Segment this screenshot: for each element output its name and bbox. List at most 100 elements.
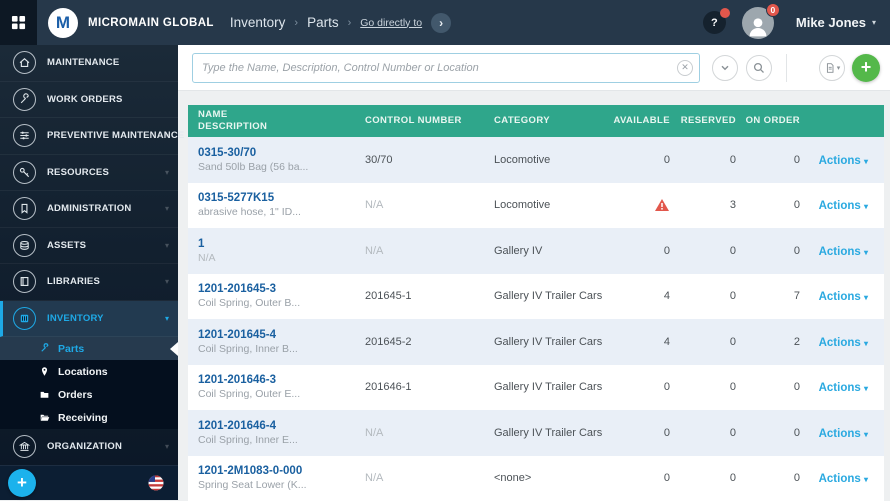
control-number: N/A	[355, 199, 484, 211]
go-directly-link[interactable]: Go directly to	[360, 17, 422, 29]
sidebar-item-label: LIBRARIES	[47, 276, 100, 287]
quick-add-button[interactable]: +	[8, 469, 36, 497]
breadcrumb-separator-icon: ›	[348, 17, 352, 29]
chevron-down-icon: ▾	[165, 277, 169, 286]
part-name-link[interactable]: 1	[198, 238, 355, 250]
table-row: 1201-2M1083-0-000 Spring Seat Lower (K..…	[188, 456, 884, 501]
help-button[interactable]: ?	[703, 11, 726, 34]
bank-icon	[13, 435, 36, 458]
report-export-button[interactable]: ▾	[819, 55, 845, 81]
sidebar-subitem-label: Parts	[58, 343, 84, 355]
on-order-count: 0	[736, 381, 800, 393]
breadcrumb: Inventory › Parts › Go directly to ›	[230, 13, 451, 33]
coins-icon	[13, 234, 36, 257]
actions-menu-button[interactable]: Actions ▾	[819, 382, 868, 394]
sidebar-item-organization[interactable]: ORGANIZATION ▾	[0, 429, 178, 466]
parts-table: NAMEDESCRIPTION CONTROL NUMBER CATEGORY …	[188, 105, 884, 501]
search-button[interactable]	[746, 55, 772, 81]
sidebar-item-inventory[interactable]: INVENTORY ▾	[0, 301, 178, 338]
part-description: Coil Spring, Outer E...	[198, 388, 355, 400]
wrench-icon	[13, 88, 36, 111]
part-name-link[interactable]: 1201-201645-3	[198, 283, 355, 295]
app-grid-button[interactable]	[0, 0, 37, 45]
chevron-down-icon: ▾	[165, 442, 169, 451]
sidebar-item-preventive-maintenance[interactable]: PREVENTIVE MAINTENANCE ▾	[0, 118, 178, 155]
clear-search-icon[interactable]: ✕	[677, 60, 693, 76]
user-avatar-button[interactable]: 0	[742, 7, 774, 39]
part-name-link[interactable]: 1201-2M1083-0-000	[198, 465, 355, 477]
sidebar-item-label: ORGANIZATION	[47, 441, 122, 452]
part-description: Coil Spring, Outer B...	[198, 297, 355, 309]
sidebar-subitem-parts[interactable]: Parts	[0, 337, 178, 360]
breadcrumb-parts[interactable]: Parts	[307, 15, 339, 30]
go-directly-chevron-icon[interactable]: ›	[431, 13, 451, 33]
chevron-down-icon: ▾	[837, 64, 841, 72]
chevron-down-icon: ▾	[864, 248, 868, 257]
sidebar-subitem-label: Locations	[58, 366, 108, 378]
reserved-count: 0	[670, 290, 736, 302]
actions-menu-button[interactable]: Actions ▾	[819, 291, 868, 303]
part-description: Coil Spring, Inner B...	[198, 343, 355, 355]
toolbar-divider	[786, 54, 787, 82]
part-name-link[interactable]: 1201-201645-4	[198, 329, 355, 341]
reserved-count: 0	[670, 245, 736, 257]
add-part-button[interactable]: +	[852, 54, 880, 82]
selected-notch	[170, 342, 178, 356]
plus-icon: +	[17, 473, 27, 493]
category: Gallery IV	[484, 245, 610, 257]
brand-name: MICROMAIN GLOBAL	[88, 17, 214, 29]
reserved-count: 0	[670, 427, 736, 439]
part-description: abrasive hose, 1" ID...	[198, 206, 355, 218]
on-order-count: 7	[736, 290, 800, 302]
part-name-link[interactable]: 0315-5277K15	[198, 192, 355, 204]
barcode-icon	[13, 307, 36, 330]
search-toolbar: ✕ ▾ +	[178, 45, 890, 91]
sidebar-item-label: RESOURCES	[47, 167, 109, 178]
actions-menu-button[interactable]: Actions ▾	[819, 246, 868, 258]
breadcrumb-inventory[interactable]: Inventory	[230, 15, 286, 30]
user-menu[interactable]: Mike Jones	[796, 15, 866, 30]
search-icon	[752, 61, 766, 75]
main-content: ✕ ▾ + NAMEDESCRIPTION CONTROL NUMBER CAT…	[178, 45, 890, 500]
available-count: 0	[610, 245, 670, 257]
control-number: 30/70	[355, 154, 484, 166]
sidebar-item-label: ASSETS	[47, 240, 86, 251]
available-count: 4	[610, 290, 670, 302]
sidebar-subitem-orders[interactable]: Orders	[0, 383, 178, 406]
table-header-row: NAMEDESCRIPTION CONTROL NUMBER CATEGORY …	[188, 105, 884, 137]
part-name-link[interactable]: 1201-201646-4	[198, 420, 355, 432]
category: Locomotive	[484, 154, 610, 166]
search-input[interactable]	[192, 53, 700, 83]
actions-menu-button[interactable]: Actions ▾	[819, 428, 868, 440]
sidebar-item-work-orders[interactable]: WORK ORDERS	[0, 82, 178, 119]
chevron-down-icon: ▾	[864, 202, 868, 211]
chevron-down-icon: ▾	[165, 241, 169, 250]
chevron-down-icon[interactable]: ▾	[872, 18, 876, 27]
sidebar-subitem-receiving[interactable]: Receiving	[0, 406, 178, 429]
top-header: M MICROMAIN GLOBAL Inventory › Parts › G…	[0, 0, 890, 45]
chevron-down-icon: ▾	[165, 131, 169, 140]
actions-menu-button[interactable]: Actions ▾	[819, 155, 868, 167]
chevron-down-icon: ▾	[864, 339, 868, 348]
table-row: 1201-201646-4 Coil Spring, Inner E... N/…	[188, 410, 884, 456]
on-order-count: 0	[736, 245, 800, 257]
sidebar-item-label: ADMINISTRATION	[47, 203, 131, 214]
sidebar-item-libraries[interactable]: LIBRARIES ▾	[0, 264, 178, 301]
chevron-down-icon: ▾	[864, 475, 868, 484]
actions-menu-button[interactable]: Actions ▾	[819, 337, 868, 349]
sliders-icon	[13, 124, 36, 147]
sidebar-item-resources[interactable]: RESOURCES ▾	[0, 155, 178, 192]
part-name-link[interactable]: 1201-201646-3	[198, 374, 355, 386]
actions-menu-button[interactable]: Actions ▾	[819, 473, 868, 485]
language-flag-button[interactable]	[148, 475, 164, 491]
search-options-button[interactable]	[712, 55, 738, 81]
us-flag-icon	[148, 475, 164, 491]
part-name-link[interactable]: 0315-30/70	[198, 147, 355, 159]
actions-menu-button[interactable]: Actions ▾	[819, 200, 868, 212]
sidebar-subitem-locations[interactable]: Locations	[0, 360, 178, 383]
sidebar-item-maintenance[interactable]: MAINTENANCE	[0, 45, 178, 82]
sidebar-item-administration[interactable]: ADMINISTRATION ▾	[0, 191, 178, 228]
reserved-count: 0	[670, 381, 736, 393]
sidebar-item-assets[interactable]: ASSETS ▾	[0, 228, 178, 265]
map-pin-icon	[38, 366, 50, 377]
